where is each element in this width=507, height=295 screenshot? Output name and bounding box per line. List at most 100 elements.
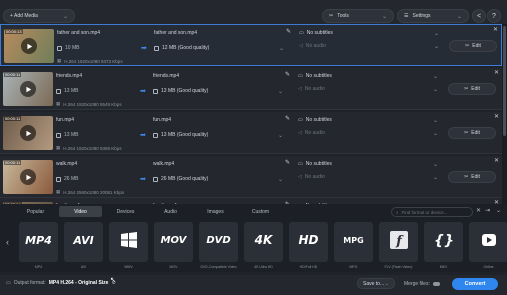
edit-button[interactable]: ✂ Edit xyxy=(448,171,496,183)
tab-video[interactable]: Video xyxy=(59,206,102,217)
output-size-select[interactable]: 13 MB (Good quality) ⌄ xyxy=(153,86,283,96)
edit-button[interactable]: ✂ Edit xyxy=(448,83,496,95)
format-tile-hd[interactable]: HD HD/Full HD xyxy=(289,222,328,269)
format-tile-online[interactable]: Online xyxy=(469,222,507,269)
remove-file-icon[interactable]: ✕ xyxy=(493,26,498,33)
menu-icon: ☰ xyxy=(404,13,409,19)
format-tile-avi[interactable]: AVI AVI xyxy=(64,222,103,269)
format-caption: AVI xyxy=(80,265,87,269)
duration-label: 00:00:11 xyxy=(4,116,22,121)
merge-files[interactable]: Merge files: xyxy=(404,281,440,287)
output-format[interactable]: ▭ Output format: MP4 H.264 - Original Si… xyxy=(6,280,116,286)
file-icon xyxy=(56,132,61,138)
rename-pencil-icon[interactable]: ✎ xyxy=(285,159,290,166)
chevron-down-icon: ⌄ xyxy=(381,13,387,20)
video-thumbnail[interactable]: 00:00:11 xyxy=(3,72,53,106)
video-thumbnail[interactable]: 00:00:11 xyxy=(3,160,53,194)
file-row[interactable]: 00:00:11 fun.mp4 13 MB ▦ H.264 1920x1080 936… xyxy=(0,112,502,154)
add-media-button[interactable]: + Add Media ⌄ xyxy=(3,9,75,23)
output-file-name[interactable]: friends.mp4 xyxy=(153,73,179,79)
close-search-icon[interactable]: ✕ xyxy=(476,207,481,214)
format-tile-mpg[interactable]: MPG MPG xyxy=(334,222,373,269)
audio-select[interactable]: ◁ No audio ⌄ xyxy=(299,41,439,51)
format-tile-mp4[interactable]: MP4 MP4 xyxy=(19,222,58,269)
tools-icon: ✂ xyxy=(329,13,334,19)
output-size-select[interactable]: 13 MB (Good quality) ⌄ xyxy=(153,130,283,140)
settings-button[interactable]: ☰ Settings ⌄ xyxy=(397,9,469,23)
chevron-down-icon: ⌄ xyxy=(456,13,462,20)
audio-select[interactable]: ◁ No audio ⌄ xyxy=(298,84,438,94)
format-search-input[interactable]: ⌕ Find format or device... xyxy=(391,207,473,217)
file-row[interactable]: 00:00:13 father and son.mp4 10 MB ▦ H.264 19… xyxy=(0,24,502,66)
tab-audio[interactable]: Audio xyxy=(149,206,192,217)
file-icon xyxy=(153,132,158,138)
source-file-size: 26 MB xyxy=(56,176,78,182)
subtitles-select[interactable]: ▭No subtitles ⌄ xyxy=(298,115,438,125)
video-thumbnail[interactable]: 00:00:11 xyxy=(3,116,53,150)
tab-popular[interactable]: Popular xyxy=(14,206,57,217)
output-file-name[interactable]: father and son.mp4 xyxy=(154,30,197,36)
tab-devices[interactable]: Devices xyxy=(104,206,147,217)
format-tile-4k[interactable]: 4K 4K Ultra HD xyxy=(244,222,283,269)
source-file-codec-value: H.264 2560x1080 20081 Kbps xyxy=(63,189,125,195)
audio-icon: ◁ xyxy=(298,86,302,92)
save-to-button[interactable]: Save to... ⌄ xyxy=(357,278,395,289)
chevron-down-icon: ⌄ xyxy=(432,130,438,137)
play-icon[interactable] xyxy=(20,125,36,141)
collapse-panel-icon[interactable]: ⇥ xyxy=(485,207,490,214)
source-file-size-value: 13 MB xyxy=(64,132,79,138)
audio-value: No audio xyxy=(304,86,325,92)
play-icon[interactable] xyxy=(20,81,36,97)
rename-pencil-icon[interactable]: ✎ xyxy=(286,28,291,35)
format-tile-mkv[interactable]: {} MKV xyxy=(424,222,463,269)
merge-files-toggle[interactable] xyxy=(432,282,440,286)
subtitles-select[interactable]: ▭No subtitles ⌄ xyxy=(298,71,438,81)
file-list-scrollbar[interactable] xyxy=(502,24,507,204)
audio-icon: ◁ xyxy=(299,43,303,49)
scroll-left-icon[interactable]: ‹ xyxy=(6,237,9,247)
format-tile-mov[interactable]: MOV MOV xyxy=(154,222,193,269)
edit-button[interactable]: ✂ Edit xyxy=(448,127,496,139)
format-tile-dvd[interactable]: DVD DVD-Compatible Video xyxy=(199,222,238,269)
convert-arrow-icon: ➡ xyxy=(141,45,147,52)
output-file-name[interactable]: walk.mp4 xyxy=(153,161,174,167)
convert-button[interactable]: Convert xyxy=(452,278,498,290)
remove-file-icon[interactable]: ✕ xyxy=(494,157,499,164)
play-icon[interactable] xyxy=(21,38,37,54)
format-tiles: MP4 MP4 AVI AVI WMV MOV MOV DVD DVD-Compatible V… xyxy=(19,222,507,269)
subtitles-icon: ▭ xyxy=(298,117,303,123)
audio-select[interactable]: ◁ No audio ⌄ xyxy=(298,128,438,138)
tools-button[interactable]: ✂ Tools ⌄ xyxy=(322,9,394,23)
output-file-name[interactable]: fun.mp4 xyxy=(153,117,171,123)
chevron-down-icon[interactable]: ⌄ xyxy=(496,207,501,214)
chevron-down-icon: ⌄ xyxy=(277,88,283,95)
remove-file-icon[interactable]: ✕ xyxy=(494,69,499,76)
output-size-select[interactable]: 12 MB (Good quality) ⌄ xyxy=(154,43,284,53)
play-icon[interactable] xyxy=(20,169,36,185)
file-icon xyxy=(153,176,158,182)
file-icon xyxy=(153,88,158,94)
tab-images[interactable]: Images xyxy=(194,206,237,217)
edit-button[interactable]: ✂ Edit xyxy=(449,40,497,52)
rename-pencil-icon[interactable]: ✎ xyxy=(285,115,290,122)
file-row[interactable]: 00:00:11 friends.mp4 13 MB ▦ H.264 1920x1080… xyxy=(0,68,502,110)
source-file-codec: ▦ H.264 2560x1080 20081 Kbps xyxy=(56,189,124,195)
audio-select[interactable]: ◁ No audio ⌄ xyxy=(298,172,438,182)
mouse-cursor-icon: ↖ xyxy=(110,277,116,284)
output-size-select[interactable]: 26 MB (Good quality) ⌄ xyxy=(153,174,283,184)
rename-pencil-icon[interactable]: ✎ xyxy=(285,71,290,78)
format-logo: MPG xyxy=(343,235,364,245)
remove-file-icon[interactable]: ✕ xyxy=(494,113,499,120)
subtitles-select[interactable]: ▭No subtitles ⌄ xyxy=(298,159,438,169)
chevron-down-icon: ⌄ xyxy=(432,86,438,93)
format-tile-flv[interactable]: f FLV (Flash Video) xyxy=(379,222,418,269)
format-tile-wmv[interactable]: WMV xyxy=(109,222,148,269)
share-button[interactable]: < xyxy=(472,9,486,23)
file-icon xyxy=(154,45,159,51)
help-button[interactable]: ? xyxy=(487,9,501,23)
tab-custom[interactable]: Custom xyxy=(239,206,282,217)
video-thumbnail[interactable]: 00:00:13 xyxy=(4,29,54,63)
file-row[interactable]: 00:00:11 walk.mp4 26 MB ▦ H.264 2560x1080 20… xyxy=(0,156,502,198)
subtitles-select[interactable]: ▭No subtitles ⌄ xyxy=(299,28,439,38)
edit-label: Edit xyxy=(471,130,480,136)
